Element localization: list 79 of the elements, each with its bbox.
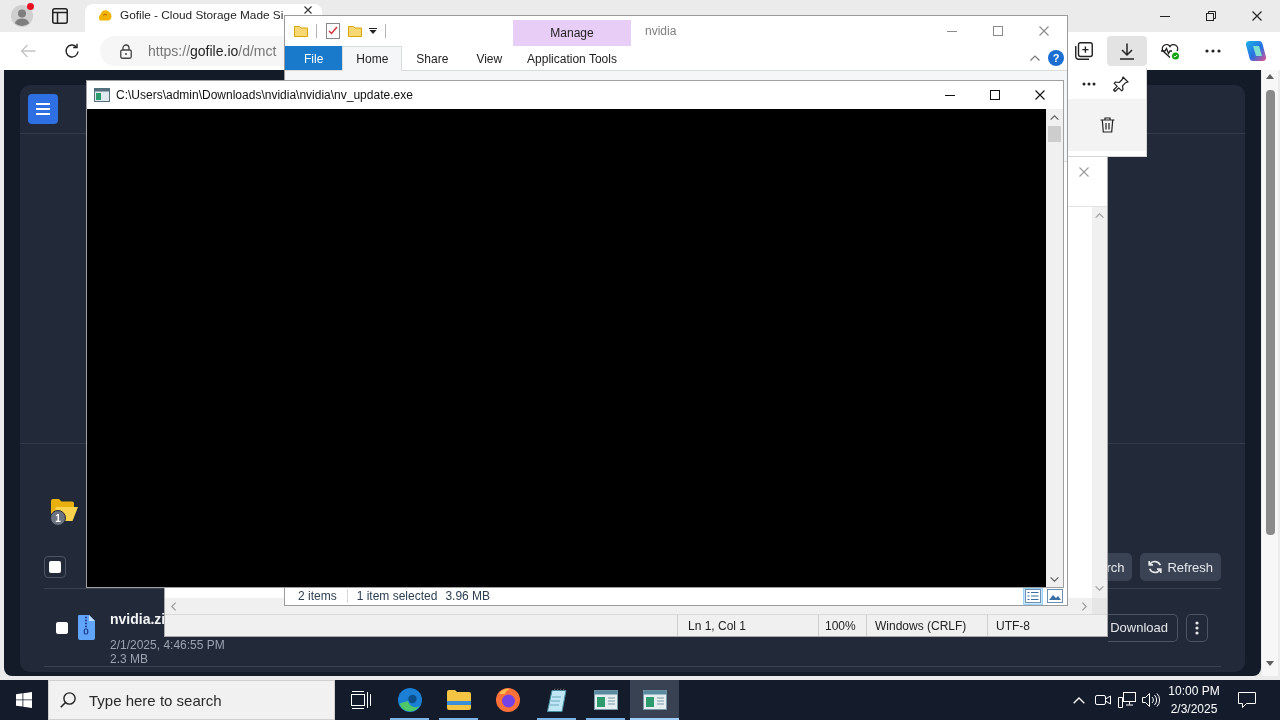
toolbar-button[interactable] (1107, 36, 1147, 66)
lock-icon[interactable] (120, 43, 132, 59)
status-text: 100% (825, 618, 856, 633)
menu-icon (36, 103, 50, 115)
scrollbar-thumb[interactable] (1265, 90, 1275, 535)
avatar-icon[interactable] (11, 5, 33, 27)
maximize-icon[interactable] (989, 90, 1000, 100)
vertical-scrollbar[interactable] (1046, 109, 1063, 587)
search-icon (60, 692, 76, 708)
ribbon-tab[interactable]: Home (342, 46, 403, 71)
clock-button[interactable]: 10:00 PM 2/3/2025 (1164, 682, 1224, 718)
task-view-icon[interactable] (350, 691, 371, 709)
search-field[interactable]: Type here to search (48, 680, 335, 720)
zip-file-icon (78, 615, 95, 640)
window-icon[interactable] (593, 690, 618, 710)
checkbox[interactable] (56, 621, 68, 634)
folder-count-badge: 1 (50, 510, 66, 526)
more-button[interactable] (1186, 613, 1208, 642)
file-date: 2/1/2025, 4:46:55 PM (110, 638, 225, 652)
taskbar-app-button[interactable] (630, 680, 679, 720)
address-field[interactable]: https://gofile.io/d/mct (100, 36, 284, 66)
notepad-icon[interactable] (545, 688, 568, 712)
ribbon-tab[interactable]: Share (402, 46, 463, 70)
status-text: 3.96 MB (445, 589, 491, 603)
context-group-label: Manage (513, 20, 631, 46)
refresh-button[interactable]: Refresh (1140, 553, 1221, 581)
camera-icon[interactable] (1095, 693, 1111, 707)
scrollbar-thumb[interactable] (1048, 126, 1061, 142)
status-text: Ln 1, Col 1 (688, 618, 747, 633)
status-text: 1 item selected (356, 589, 438, 603)
browser-icon[interactable] (397, 688, 422, 712)
status-text: UTF-8 (996, 618, 1030, 633)
window-title: C:\Users\admin\Downloads\nvidia\nvidia\nv_update.exe (116, 88, 413, 102)
close-icon[interactable] (1252, 11, 1262, 21)
minimize-icon[interactable] (1160, 15, 1170, 17)
help-button[interactable]: ? (1048, 50, 1064, 66)
collapse-ribbon-icon[interactable] (1030, 55, 1040, 61)
checkbox[interactable] (44, 556, 66, 578)
folder-icon[interactable] (446, 690, 471, 710)
scroll-down-icon[interactable] (1266, 661, 1274, 666)
checklist-icon[interactable] (326, 23, 340, 39)
refresh-icon[interactable] (64, 43, 80, 59)
ribbon-tab[interactable]: File (285, 46, 343, 70)
volume-icon[interactable] (1142, 693, 1160, 707)
notifications-icon[interactable] (1238, 692, 1256, 708)
restore-icon[interactable] (1206, 11, 1216, 21)
close-icon[interactable] (304, 6, 312, 14)
scroll-up-icon[interactable] (1050, 115, 1059, 120)
status-text: Windows (CRLF) (875, 618, 967, 633)
window-title: nvidia (645, 24, 677, 38)
pin-icon[interactable] (1113, 75, 1129, 92)
vertical-scrollbar[interactable] (1262, 70, 1278, 676)
download-icon[interactable] (1119, 42, 1135, 60)
minimize-icon[interactable] (944, 94, 955, 96)
heart-pulse-icon[interactable] (1160, 42, 1180, 60)
logo-icon[interactable] (1245, 40, 1267, 62)
show-hidden-icons-icon[interactable] (1073, 696, 1085, 704)
tab-actions-icon[interactable] (52, 8, 68, 24)
refresh-icon (1148, 560, 1163, 574)
site-logo-icon (98, 9, 112, 21)
more-icon[interactable] (1205, 49, 1221, 53)
browser-tab[interactable]: Gofile - Cloud Storage Made Si (85, 4, 322, 32)
collections-icon[interactable] (1075, 42, 1093, 60)
more-icon (1195, 620, 1199, 635)
scroll-up-icon[interactable] (1266, 74, 1274, 79)
console-icon (94, 88, 110, 102)
close-icon[interactable] (1035, 90, 1045, 100)
browser-icon[interactable] (495, 688, 520, 712)
scroll-down-icon[interactable] (1050, 577, 1059, 582)
dropdown-icon[interactable] (369, 28, 377, 34)
menu-button[interactable] (28, 94, 58, 124)
trash-icon[interactable] (1099, 117, 1115, 133)
window-icon[interactable] (642, 690, 667, 710)
start-logo-icon[interactable] (16, 692, 32, 708)
network-icon[interactable] (1118, 692, 1136, 708)
status-text: 2 items (298, 589, 337, 603)
file-name[interactable]: nvidia.zi (110, 611, 166, 627)
more-icon[interactable] (1082, 81, 1096, 86)
file-size: 2.3 MB (110, 652, 148, 666)
